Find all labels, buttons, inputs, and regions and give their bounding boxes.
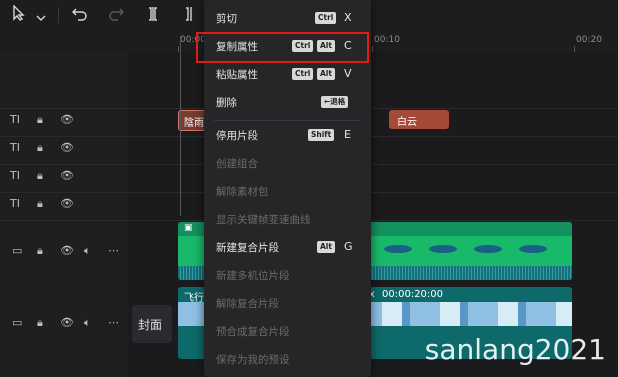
lock-icon[interactable]: 🔒︎ [37,113,43,127]
lock-icon[interactable]: 🔒︎ [37,141,43,155]
menu-item-cut[interactable]: 剪切 Ctrl X [204,5,371,32]
clip-label: 飞行 [184,293,204,304]
split-icon[interactable] [146,6,160,26]
lock-icon[interactable]: 🔒︎ [37,169,43,183]
eye-icon[interactable]: 👁︎ [60,169,74,182]
shortcut-key: Shift [308,129,335,141]
eye-icon[interactable]: 👁︎ [60,141,74,154]
video-track-header: ▭ 🔒︎ 👁︎ 🔈︎ ⋯ [0,222,128,280]
menu-item-label: 预合成复合片段 [216,326,290,338]
menu-item-disable-clip[interactable]: 停用片段 Shift E [204,122,371,149]
menu-item-label: 剪切 [216,13,237,25]
menu-item-label: 创建组合 [216,158,258,170]
playhead-line[interactable] [180,36,181,216]
menu-item-release-compound-clip: 解除复合片段 [204,290,371,317]
text-track-icon: TI [10,113,20,126]
clip-thumb-icon: ▣ [184,223,193,233]
text-track-icon: TI [10,141,20,154]
redo-icon[interactable] [108,6,124,26]
eye-icon[interactable]: 👁︎ [60,113,74,126]
more-icon[interactable]: ⋯ [108,316,119,329]
cover-button[interactable]: 封面 [132,305,172,343]
shortcut-key: ←退格 [321,96,349,108]
chevron-down-icon[interactable] [36,8,46,26]
menu-item-show-keyframe-curve: 显示关键帧变速曲线 [204,206,371,233]
text-clip[interactable]: 陰雨 [178,110,206,131]
shortcut-letter: V [344,67,352,80]
watermark: sanlang2021 [424,333,606,366]
text-track-header: TI 🔒︎ 👁︎ [0,192,128,220]
menu-item-label: 停用片段 [216,130,258,142]
menu-item-label: 粘贴属性 [216,69,258,81]
eye-icon[interactable]: 👁︎ [60,316,74,329]
ruler-tick [372,46,373,52]
shortcut-key: Alt [317,241,335,253]
menu-item-label: 解除复合片段 [216,298,279,310]
menu-item-label: 新建多机位片段 [216,270,290,282]
menu-item-label: 保存为我的预设 [216,354,290,366]
split-left-icon[interactable] [183,6,197,26]
shortcut-key: Ctrl [292,68,314,80]
ruler-label-1: 00:10 [374,35,400,45]
toolbar-divider [58,7,59,23]
lock-icon[interactable]: 🔒︎ [37,244,43,258]
menu-item-label: 删除 [216,97,237,109]
lock-icon[interactable]: 🔒︎ [37,197,43,211]
menu-divider [214,120,361,121]
ruler-label-2: 00:20 [576,35,602,45]
lock-icon[interactable]: 🔒︎ [37,316,43,330]
shortcut-key: Ctrl [315,12,337,24]
menu-item-ungroup-package: 解除素材包 [204,178,371,205]
track-headers: TI 🔒︎ 👁︎ TI 🔒︎ 👁︎ TI 🔒︎ 👁︎ TI 🔒︎ 👁︎ ▭ 🔒︎… [0,52,128,377]
menu-item-delete[interactable]: 删除 ←退格 [204,89,371,116]
menu-item-label: 显示关键帧变速曲线 [216,214,311,226]
text-clip[interactable]: 白云 [389,110,449,129]
text-track-icon: TI [10,197,20,210]
menu-item-label: 新建复合片段 [216,242,279,254]
text-clip-label: 陰雨 [184,118,204,129]
text-track-header: TI 🔒︎ 👁︎ [0,108,128,136]
text-clip-label: 白云 [397,117,417,128]
ruler-spacer [0,30,178,52]
eye-icon[interactable]: 👁︎ [60,244,74,257]
cursor-icon[interactable] [12,4,26,25]
speaker-icon[interactable]: 🔈︎ [84,244,91,258]
text-track-icon: TI [10,169,20,182]
cover-label: 封面 [138,318,163,332]
highlight-box [196,32,369,63]
video-track-icon: ▭ [12,244,23,257]
menu-item-new-compound-clip[interactable]: 新建复合片段 Alt G [204,234,371,261]
more-icon[interactable]: ⋯ [108,244,119,257]
speaker-icon[interactable]: 🔈︎ [84,316,91,330]
text-track-header: TI 🔒︎ 👁︎ [0,136,128,164]
ruler-tick [574,46,575,52]
clip-duration: 00:00:20:00 [382,289,444,300]
text-track-header: TI 🔒︎ 👁︎ [0,164,128,192]
menu-item-paste-attributes[interactable]: 粘贴属性 Ctrl Alt V [204,61,371,88]
menu-item-label: 解除素材包 [216,186,269,198]
menu-item-create-group: 创建组合 [204,150,371,177]
menu-item-save-preset: 保存为我的预设 [204,346,371,373]
menu-item-precompose-compound-clip: 预合成复合片段 [204,318,371,345]
menu-item-new-multicam-clip: 新建多机位片段 [204,262,371,289]
ruler-tick [178,46,179,52]
shortcut-letter: X [344,11,352,24]
shortcut-letter: G [344,240,353,253]
shortcut-key: Alt [317,68,335,80]
eye-icon[interactable]: 👁︎ [60,197,74,210]
main-track-header: ▭ 🔒︎ 👁︎ 🔈︎ ⋯ [0,288,128,358]
shortcut-letter: E [344,128,351,141]
undo-icon[interactable] [72,6,88,26]
video-track-icon: ▭ [12,316,23,329]
